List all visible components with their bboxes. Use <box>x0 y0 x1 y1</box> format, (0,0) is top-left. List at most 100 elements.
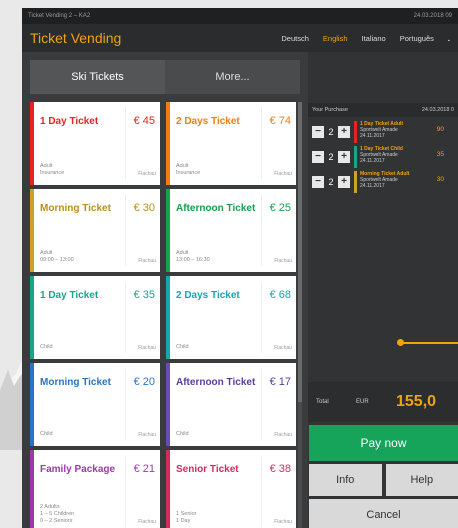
ticket-details: Adult Insurance <box>176 163 201 176</box>
purchase-panel: Your Purchase 24.03.2018 0 −2 +1 Day Tick… <box>308 52 458 528</box>
card-divider <box>261 369 262 440</box>
card-divider <box>261 195 262 266</box>
item-quantity: 2 <box>328 126 334 137</box>
card-divider <box>261 282 262 353</box>
tab-ski-tickets[interactable]: Ski Tickets <box>30 60 165 94</box>
ticket-details: 1 Senior 1 Day <box>176 511 197 524</box>
scroll-indicator-line <box>400 342 458 344</box>
pay-now-button[interactable]: Pay now <box>309 425 458 461</box>
increase-quantity-button[interactable]: + <box>338 150 350 163</box>
ticket-price: € 20 <box>133 376 155 388</box>
cancel-button[interactable]: Cancel <box>309 499 458 528</box>
purchase-title: Your Purchase <box>312 107 348 113</box>
tab-more[interactable]: More... <box>165 60 300 94</box>
language-italiano[interactable]: Italiano <box>362 34 386 43</box>
ticket-details: Child <box>40 344 53 350</box>
card-divider <box>261 108 262 179</box>
purchase-item: −2 +1 Day Ticket Adult Sportwelt Amade 24.… <box>308 120 458 143</box>
purchase-item-sub: Sportwelt Amade 24.11.2017 <box>360 151 398 164</box>
ticket-resort: Flachau <box>138 519 156 525</box>
ticket-price: € 17 <box>269 376 291 388</box>
total-label: Total <box>316 399 329 405</box>
info-button[interactable]: Info <box>309 464 382 496</box>
ticket-resort: Flachau <box>138 345 156 351</box>
window-datetime: 24.03.2018 09 <box>413 13 452 19</box>
ticket-resort: Flachau <box>138 258 156 264</box>
kiosk-screen: Ticket Vending 2 – KA2 24.03.2018 09 Tic… <box>22 8 458 528</box>
ticket-resort: Flachau <box>274 432 292 438</box>
ticket-price: € 68 <box>269 289 291 301</box>
ticket-name: Family Package <box>40 464 116 475</box>
ticket-scrollbar[interactable] <box>298 102 302 528</box>
help-button[interactable]: Help <box>385 464 458 496</box>
ticket-details: Adult 09:00 – 13:00 <box>40 250 74 263</box>
ticket-resort: Flachau <box>138 432 156 438</box>
ticket-price: € 25 <box>269 202 291 214</box>
app-title: Ticket Vending <box>30 30 122 46</box>
info-help-row: Info Help <box>309 464 458 496</box>
purchase-item-info: Morning Ticket Adult Sportwelt Amade 24.1… <box>354 170 444 193</box>
item-quantity: 2 <box>328 151 334 162</box>
increase-quantity-button[interactable]: + <box>338 175 350 188</box>
language-english[interactable]: English <box>323 34 348 43</box>
ticket-price: € 45 <box>133 115 155 127</box>
window-title: Ticket Vending 2 – KA2 <box>28 13 91 19</box>
total-row: Total EUR 155,0 <box>308 382 458 422</box>
ticket-card[interactable]: Family Package € 21 2 Adults 1 – 5 Childre… <box>30 450 160 528</box>
purchase-header: Your Purchase 24.03.2018 0 <box>308 103 458 117</box>
purchase-item-info: 1 Day Ticket Child Sportwelt Amade 24.11.… <box>354 145 444 168</box>
purchase-item: −2 +1 Day Ticket Child Sportwelt Amade 24.… <box>308 145 458 168</box>
total-amount: 155,0 <box>396 393 437 410</box>
ticket-name: Morning Ticket <box>40 203 111 214</box>
ticket-card[interactable]: 1 Day Ticket € 35 Child Flachau <box>30 276 160 359</box>
ticket-price: € 21 <box>133 463 155 475</box>
ticket-name: 1 Day Ticket <box>40 290 99 301</box>
app-header: Ticket Vending Deutsch English Italiano … <box>22 24 458 52</box>
scrollbar-thumb[interactable] <box>298 102 302 402</box>
ticket-resort: Flachau <box>274 519 292 525</box>
card-divider <box>125 456 126 527</box>
ticket-card[interactable]: Senior Ticket € 38 1 Senior 1 Day Flachau <box>166 450 296 528</box>
increase-quantity-button[interactable]: + <box>338 125 350 138</box>
card-divider <box>125 282 126 353</box>
scroll-indicator-dot[interactable] <box>397 339 404 346</box>
language-deutsch[interactable]: Deutsch <box>281 34 309 43</box>
card-divider <box>125 369 126 440</box>
more-languages-button[interactable]: . <box>448 34 450 43</box>
purchase-item-info: 1 Day Ticket Adult Sportwelt Amade 24.11.… <box>354 120 444 143</box>
purchase-item-sub: Sportwelt Amade 24.11.2017 <box>360 176 398 189</box>
ticket-details: Child <box>176 344 189 350</box>
ticket-price: € 74 <box>269 115 291 127</box>
total-currency: EUR <box>356 399 369 405</box>
ticket-resort: Flachau <box>274 258 292 264</box>
language-portugues[interactable]: Português <box>400 34 434 43</box>
language-selector: Deutsch English Italiano Português . <box>281 34 450 43</box>
card-divider <box>261 456 262 527</box>
ticket-details: Adult Insurance <box>40 163 65 176</box>
ticket-card[interactable]: 1 Day Ticket € 45 Adult Insurance Flachau <box>30 102 160 185</box>
ticket-card[interactable]: Morning Ticket € 30 Adult 09:00 – 13:00 Fla… <box>30 189 160 272</box>
purchase-item-price: 35 <box>436 150 444 158</box>
ticket-name: Afternoon Ticket <box>176 377 256 388</box>
ticket-grid: 1 Day Ticket € 45 Adult Insurance Flachau 2 … <box>30 102 296 528</box>
purchase-date: 24.03.2018 0 <box>421 107 454 113</box>
decrease-quantity-button[interactable]: − <box>312 125 324 138</box>
purchase-item: −2 + Morning Ticket Adult Sportwelt Amade 2… <box>308 170 458 193</box>
ticket-card[interactable]: Afternoon Ticket € 25 Adult 13:00 – 16:30 F… <box>166 189 296 272</box>
ticket-details: Adult 13:00 – 16:30 <box>176 250 210 263</box>
ticket-name: 2 Days Ticket <box>176 290 240 301</box>
card-divider <box>125 195 126 266</box>
ticket-name: 2 Days Ticket <box>176 116 240 127</box>
ticket-card[interactable]: Morning Ticket € 20 Child Flachau <box>30 363 160 446</box>
ticket-card[interactable]: Afternoon Ticket € 17 Child Flachau <box>166 363 296 446</box>
decrease-quantity-button[interactable]: − <box>312 150 324 163</box>
ticket-details: 2 Adults 1 – 5 Children 0 – 2 Seniors <box>40 504 75 524</box>
ticket-card[interactable]: 2 Days Ticket € 74 Adult Insurance Flachau <box>166 102 296 185</box>
category-tabs: Ski Tickets More... <box>30 60 300 94</box>
window-titlebar: Ticket Vending 2 – KA2 24.03.2018 09 <box>22 8 458 24</box>
decrease-quantity-button[interactable]: − <box>312 175 324 188</box>
ticket-details: Child <box>176 431 189 437</box>
item-quantity: 2 <box>328 176 334 187</box>
ticket-card[interactable]: 2 Days Ticket € 68 Child Flachau <box>166 276 296 359</box>
ticket-price: € 30 <box>133 202 155 214</box>
